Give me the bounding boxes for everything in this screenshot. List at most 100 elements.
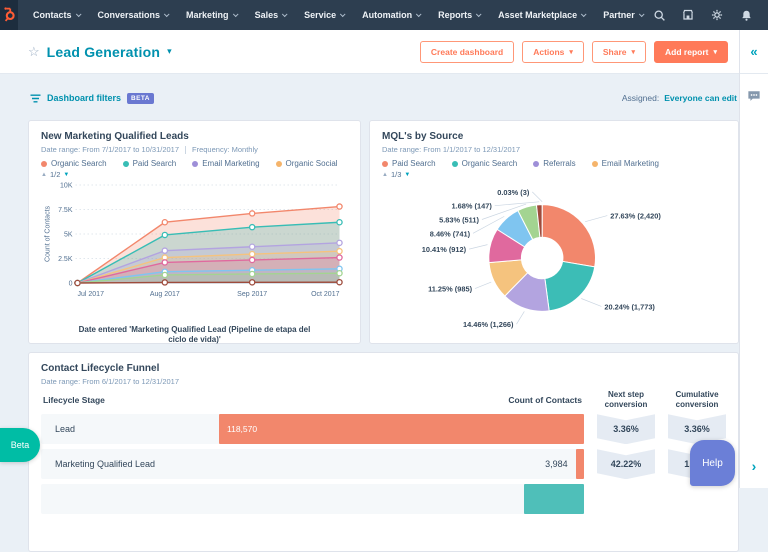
caret-down-icon: ▾ (569, 48, 573, 56)
legend-item[interactable]: Paid Search (123, 159, 177, 168)
nav-item-label: Service (304, 10, 336, 20)
title-caret-icon[interactable]: ▾ (167, 46, 172, 57)
nav-item-automation[interactable]: Automation (353, 10, 429, 20)
nav-item-label: Asset Marketplace (498, 10, 577, 20)
notifications-icon[interactable] (739, 8, 754, 23)
nav-item-label: Automation (362, 10, 412, 20)
date-range: Date range: From 1/1/2017 to 12/31/2017 (382, 145, 520, 154)
legend-prev-icon[interactable]: ▲ (41, 172, 47, 178)
stage-bar[interactable]: 118,570 (219, 414, 584, 444)
add-report-button[interactable]: Add report ▾ (654, 41, 728, 63)
legend-item[interactable]: Paid Search (382, 159, 436, 168)
svg-text:14.46% (1,266): 14.46% (1,266) (463, 320, 514, 329)
legend-next-icon[interactable]: ▼ (404, 172, 410, 178)
legend-label: Organic Social (286, 159, 338, 168)
card-new-mql: New Marketing Qualified Leads Date range… (28, 120, 361, 344)
chevron-down-icon (232, 11, 238, 17)
legend-dot (452, 161, 458, 167)
legend-prev-icon[interactable]: ▲ (382, 172, 388, 178)
chevron-down-icon (75, 11, 81, 17)
nav-item-sales[interactable]: Sales (246, 10, 296, 20)
svg-text:Aug 2017: Aug 2017 (150, 291, 180, 298)
svg-text:Count of Contacts: Count of Contacts (45, 205, 52, 262)
next-panel-icon[interactable]: › (752, 458, 757, 474)
svg-text:10K: 10K (60, 183, 73, 190)
legend-label: Email Marketing (202, 159, 259, 168)
search-icon[interactable] (652, 8, 667, 23)
favorite-star-icon[interactable]: ☆ (28, 44, 40, 60)
legend-pager: ▲ 1/3 ▼ (382, 170, 726, 179)
nav-item-label: Reports (438, 10, 472, 20)
nav-item-label: Marketing (186, 10, 229, 20)
add-report-label: Add report (665, 47, 708, 57)
legend-item[interactable]: Email Marketing (592, 159, 659, 168)
nav-items: Contacts Conversations Marketing Sales Servi… (18, 0, 652, 30)
legend-label: Paid Search (392, 159, 436, 168)
donut-legend: Paid Search Organic Search Referrals Email … (382, 159, 726, 168)
legend-page: 1/3 (391, 170, 401, 179)
nav-item-reports[interactable]: Reports (429, 10, 489, 20)
caret-down-icon: ▾ (713, 48, 717, 56)
funnel-rows: Lead118,5703.36%3.36%Marketing Qualified… (41, 414, 726, 514)
donut-slice[interactable] (542, 205, 595, 267)
comments-icon[interactable] (747, 90, 761, 108)
svg-text:10.41% (912): 10.41% (912) (422, 245, 467, 254)
nav-item-asset-marketplace[interactable]: Asset Marketplace (489, 10, 594, 20)
create-dashboard-button[interactable]: Create dashboard (420, 41, 514, 63)
beta-floating-button[interactable]: Beta (0, 428, 40, 462)
create-dashboard-label: Create dashboard (431, 47, 503, 57)
col-cumulative-conversion: Cumulative conversion (668, 390, 726, 409)
legend-item[interactable]: Organic Search (452, 159, 518, 168)
actions-button[interactable]: Actions▾ (522, 41, 584, 63)
right-rail: « › (739, 30, 768, 488)
col-next-step-conversion: Next step conversion (597, 390, 655, 409)
dashboard-filters-toggle[interactable]: Dashboard filters BETA (30, 93, 154, 104)
legend-item[interactable]: Organic Search (41, 159, 107, 168)
svg-text:Jul 2017: Jul 2017 (78, 291, 105, 298)
marketplace-icon[interactable] (681, 8, 696, 23)
chevron-down-icon (164, 11, 170, 17)
chevron-down-icon (416, 11, 422, 17)
legend-label: Email Marketing (602, 159, 659, 168)
legend-label: Organic Search (462, 159, 518, 168)
funnel-row: Marketing Qualified Lead3,98442.22%1.42% (41, 449, 726, 479)
funnel-stage-strip: Marketing Qualified Lead3,984 (41, 449, 584, 479)
stage-bar[interactable] (576, 449, 584, 479)
bar-track: 118,570 (219, 414, 584, 444)
nav-item-label: Partner (603, 10, 635, 20)
collapse-panel-icon[interactable]: « (740, 30, 768, 74)
header-actions: Create dashboard Actions▾ Share▾ Add rep… (420, 41, 728, 63)
nav-item-service[interactable]: Service (295, 10, 353, 20)
settings-icon[interactable] (710, 8, 725, 23)
stage-bar[interactable] (524, 484, 584, 514)
nav-item-partner[interactable]: Partner (594, 10, 652, 20)
page-title[interactable]: Lead Generation (47, 44, 160, 60)
legend-dot (592, 161, 598, 167)
donut-slice[interactable] (545, 261, 595, 310)
funnel-header: Lifecycle Stage Count of Contacts Next s… (41, 390, 726, 409)
help-button[interactable]: Help (690, 440, 735, 486)
svg-text:27.63% (2,420): 27.63% (2,420) (610, 212, 661, 221)
svg-text:1.68% (147): 1.68% (147) (452, 202, 493, 211)
legend-label: Referrals (543, 159, 575, 168)
assigned-value-link[interactable]: Everyone can edit (664, 93, 737, 103)
legend-item[interactable]: Organic Social (276, 159, 338, 168)
bar-track: 3,984 (219, 449, 584, 479)
nav-item-contacts[interactable]: Contacts (24, 10, 89, 20)
hubspot-logo[interactable] (0, 0, 18, 30)
svg-text:Oct 2017: Oct 2017 (311, 291, 340, 298)
col-lifecycle-stage: Lifecycle Stage (43, 395, 105, 405)
count-value: 3,984 (545, 449, 568, 479)
chevron-down-icon (581, 11, 587, 17)
col-count-of-contacts: Count of Contacts (508, 395, 582, 405)
nav-item-conversations[interactable]: Conversations (89, 10, 178, 20)
legend-pager: ▲ 1/2 ▼ (41, 170, 348, 179)
nav-item-label: Conversations (98, 10, 161, 20)
nav-item-marketing[interactable]: Marketing (177, 10, 246, 20)
beta-badge: BETA (127, 93, 154, 104)
dashboard-content: Dashboard filters BETA Assigned: Everyon… (0, 88, 739, 552)
legend-item[interactable]: Referrals (533, 159, 575, 168)
legend-next-icon[interactable]: ▼ (63, 172, 69, 178)
share-button[interactable]: Share▾ (592, 41, 646, 63)
legend-item[interactable]: Email Marketing (192, 159, 259, 168)
